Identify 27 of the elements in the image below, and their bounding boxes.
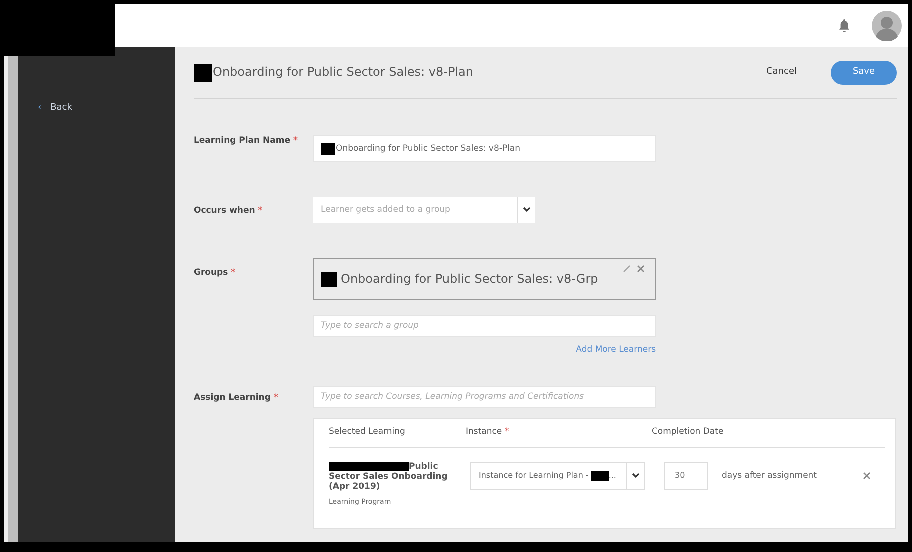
learning-search-field[interactable]: Type to search Courses, Learning Programs and Certifications bbox=[313, 386, 656, 408]
group-name: Onboarding for Public Sector Sales: v8-Grp bbox=[341, 271, 598, 288]
close-icon bbox=[863, 472, 872, 480]
occurs-when-field[interactable]: Learner gets added to a group bbox=[313, 197, 517, 223]
plan-name-field[interactable]: Onboarding for Public Sector Sales: v8-Plan bbox=[313, 135, 656, 162]
page-title: Onboarding for Public Sector Sales: v8-Plan bbox=[213, 65, 474, 80]
field-label: Learning Plan Name * bbox=[194, 135, 299, 148]
caret-icon bbox=[522, 207, 530, 213]
back-link[interactable]: ‹ Back bbox=[38, 102, 72, 116]
column-header: Completion Date bbox=[652, 426, 724, 439]
group-search-field[interactable]: Type to search a group bbox=[313, 315, 656, 337]
field-label: Groups * bbox=[194, 267, 237, 280]
days-label: days after assignment bbox=[722, 470, 818, 482]
field-label: Occurs when * bbox=[194, 205, 264, 218]
caret-icon bbox=[632, 472, 640, 478]
learning-title: Public Sector Sales Onboarding (Apr 2019) bbox=[329, 462, 449, 492]
close-icon[interactable] bbox=[637, 265, 645, 273]
bell-icon[interactable] bbox=[839, 18, 850, 32]
field-label: Assign Learning * bbox=[194, 392, 280, 404]
cancel-button[interactable]: Cancel bbox=[766, 66, 797, 80]
pencil-icon[interactable] bbox=[623, 265, 631, 273]
column-header: Instance * bbox=[466, 426, 510, 439]
days-field[interactable]: 30 bbox=[664, 462, 708, 490]
avatar-icon[interactable] bbox=[872, 10, 902, 40]
column-header: Selected Learning bbox=[329, 426, 406, 439]
save-button[interactable]: Save bbox=[831, 60, 897, 84]
instance-dropdown[interactable]: Instance for Learning Plan - ... bbox=[470, 462, 645, 490]
